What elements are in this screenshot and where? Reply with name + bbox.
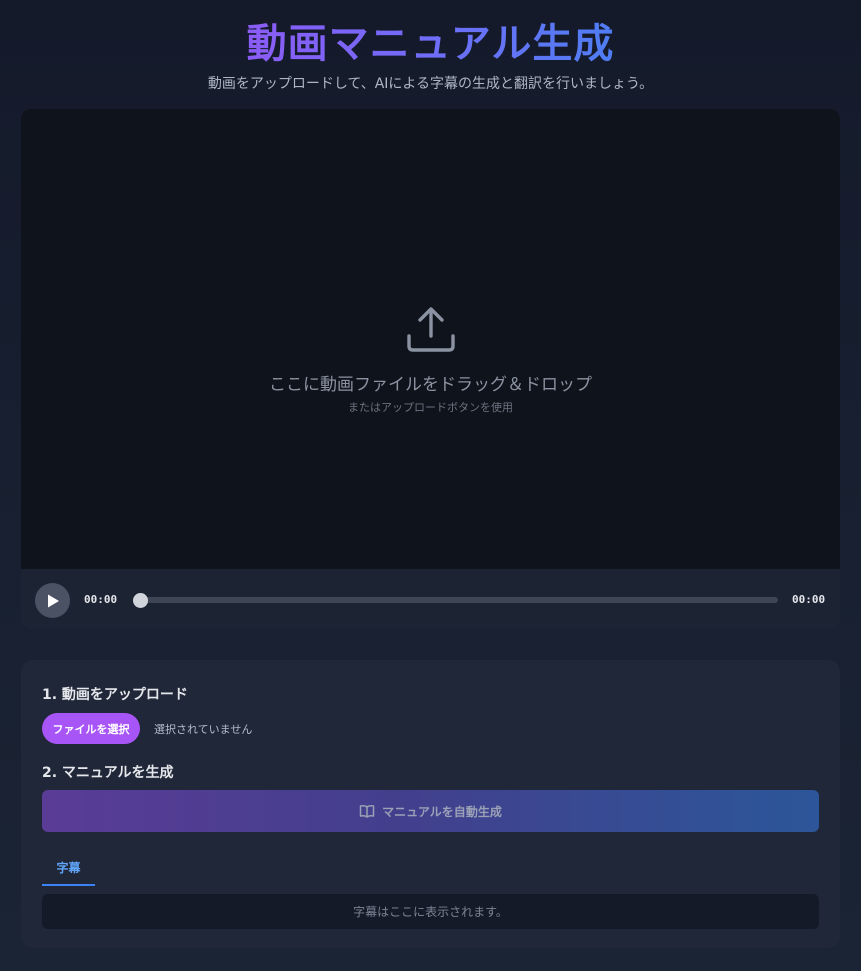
book-open-icon [359, 805, 375, 818]
control-panel: 1. 動画をアップロード ファイルを選択 選択されていません 2. マニュアルを… [21, 660, 840, 948]
tab-subtitles[interactable]: 字幕 [42, 855, 95, 886]
seek-bar[interactable] [133, 593, 778, 608]
page-header: 動画マニュアル生成 動画をアップロードして、AIによる字幕の生成と翻訳を行いまし… [0, 0, 861, 108]
generate-button-label: マニュアルを自動生成 [382, 804, 502, 819]
current-time: 00:00 [84, 593, 118, 606]
seek-thumb[interactable] [133, 593, 148, 608]
video-dropzone[interactable]: ここに動画ファイルをドラッグ＆ドロップ またはアップロードボタンを使用 [21, 109, 840, 569]
file-status-text: 選択されていません [154, 723, 253, 736]
dropzone-subtext: またはアップロードボタンを使用 [348, 400, 513, 414]
subtitle-display: 字幕はここに表示されます。 [42, 894, 819, 929]
page-subtitle: 動画をアップロードして、AIによる字幕の生成と翻訳を行いましょう。 [207, 76, 654, 92]
choose-file-button[interactable]: ファイルを選択 [42, 713, 140, 744]
generate-step-title: 2. マニュアルを生成 [42, 765, 174, 781]
upload-icon [406, 306, 455, 352]
player-controls: 00:00 00:00 [21, 569, 840, 629]
generate-manual-button[interactable]: マニュアルを自動生成 [42, 790, 819, 832]
play-icon [47, 594, 59, 607]
video-player: ここに動画ファイルをドラッグ＆ドロップ またはアップロードボタンを使用 00:0… [21, 109, 840, 629]
duration-time: 00:00 [792, 593, 826, 606]
subtitle-placeholder: 字幕はここに表示されます。 [353, 905, 508, 919]
dropzone-text: ここに動画ファイルをドラッグ＆ドロップ [269, 374, 592, 395]
page-title: 動画マニュアル生成 [247, 18, 615, 70]
upload-step-title: 1. 動画をアップロード [42, 687, 188, 703]
play-button[interactable] [35, 583, 70, 618]
